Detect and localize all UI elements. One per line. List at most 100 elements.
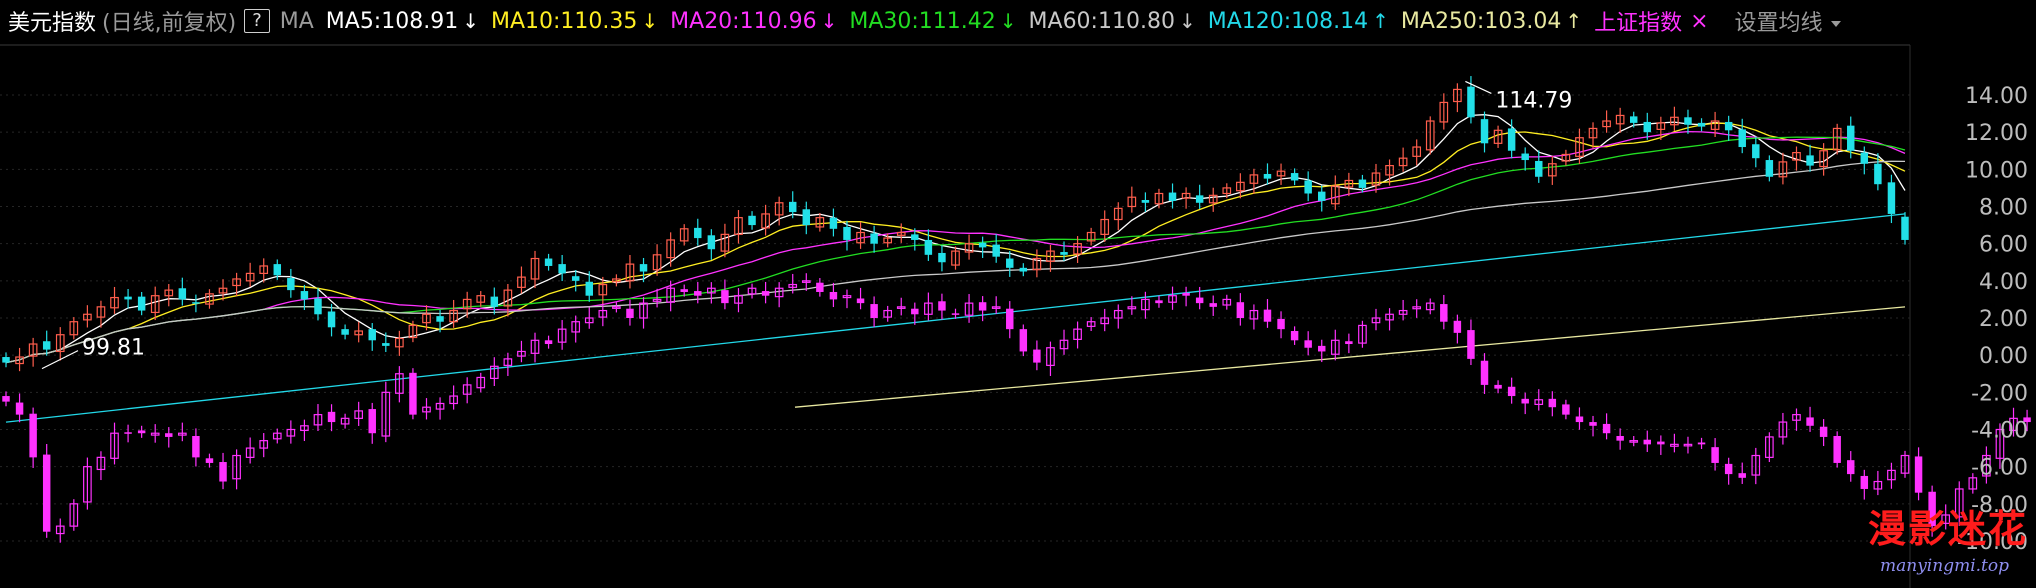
overlay-candle-body bbox=[219, 462, 227, 482]
overlay-candle-body bbox=[42, 454, 51, 532]
overlay-candle-body bbox=[816, 282, 824, 292]
main-candle-body bbox=[1847, 125, 1855, 151]
overlay-candle-body bbox=[1847, 460, 1855, 475]
main-candle-body bbox=[1521, 153, 1529, 161]
y-tick-label: 6.00 bbox=[1979, 233, 2028, 258]
overlay-candle-body bbox=[1697, 442, 1706, 445]
y-tick-label: 4.00 bbox=[1979, 270, 2028, 295]
overlay-candle-body bbox=[544, 340, 553, 345]
main-candle-body bbox=[382, 343, 390, 346]
main-candle-body bbox=[694, 227, 702, 239]
overlay-candle-body bbox=[1833, 436, 1841, 463]
main-candle-body bbox=[1806, 155, 1814, 166]
overlay-candle-body bbox=[1155, 300, 1163, 304]
overlay-candle-body bbox=[205, 458, 214, 463]
main-candle-body bbox=[1304, 180, 1312, 194]
overlay-candle-body bbox=[1480, 360, 1489, 385]
main-candle-body bbox=[1724, 121, 1733, 131]
main-candle-body bbox=[1860, 152, 1869, 164]
main-candle-body bbox=[1358, 179, 1367, 188]
overlay-candle-body bbox=[1453, 320, 1462, 333]
overlay-candle-body bbox=[1562, 404, 1570, 415]
main-candle-body bbox=[1168, 192, 1177, 201]
main-candle-body bbox=[137, 296, 146, 311]
main-candle-body bbox=[639, 264, 648, 272]
main-candle-body bbox=[843, 226, 851, 240]
overlay-candle-body bbox=[1290, 331, 1299, 341]
main-candle-body bbox=[1887, 182, 1896, 214]
main-candle-body bbox=[1467, 86, 1475, 118]
main-candle-body bbox=[585, 281, 593, 296]
overlay-candle-body bbox=[1819, 426, 1828, 437]
overlay-candle-body bbox=[761, 291, 770, 296]
main-candle-body bbox=[992, 244, 1000, 257]
overlay-candle-body bbox=[1263, 309, 1272, 322]
overlay-candle-body bbox=[29, 413, 37, 458]
overlay-candle-body bbox=[951, 313, 960, 315]
main-candle-body bbox=[924, 239, 933, 255]
main-candle-body bbox=[490, 296, 499, 307]
y-tick-label: 14.00 bbox=[1965, 84, 2028, 109]
overlay-candle-body bbox=[1209, 303, 1217, 307]
overlay-candle-body bbox=[327, 411, 336, 423]
overlay-candle-body bbox=[1738, 473, 1746, 478]
overlay-candle-body bbox=[626, 308, 634, 318]
main-candle-body bbox=[978, 242, 987, 248]
overlay-candle-body bbox=[1507, 386, 1516, 397]
main-candle-body bbox=[748, 215, 756, 226]
main-candle-body bbox=[1901, 216, 1909, 240]
main-candle-body bbox=[273, 264, 282, 276]
main-candle-body bbox=[1480, 119, 1489, 144]
main-candle-body bbox=[558, 264, 566, 274]
overlay-candle-body bbox=[721, 290, 729, 304]
main-candle-body bbox=[287, 278, 295, 291]
overlay-candle-body bbox=[1711, 447, 1719, 463]
watermark-url: manyingmi.top bbox=[1880, 556, 2009, 576]
y-tick-label: -6.00 bbox=[1971, 456, 2028, 481]
main-candle-body bbox=[1195, 195, 1204, 203]
main-candle-body bbox=[788, 201, 797, 213]
main-candle-body bbox=[1263, 173, 1272, 179]
main-candle-body bbox=[42, 341, 51, 350]
y-tick-label: 2.00 bbox=[1979, 307, 2028, 332]
overlay-candle-body bbox=[1182, 292, 1190, 296]
main-candle-body bbox=[124, 296, 132, 300]
overlay-candle-body bbox=[2, 396, 10, 402]
main-candle-body bbox=[544, 258, 553, 266]
overlay-candle-body bbox=[829, 291, 838, 300]
main-candle-body bbox=[1874, 163, 1882, 185]
main-candle-body bbox=[938, 252, 946, 263]
overlay-candle-body bbox=[165, 433, 173, 437]
main-candle-body bbox=[1006, 258, 1014, 268]
overlay-candle-body bbox=[856, 298, 865, 304]
overlay-candle-body bbox=[1006, 308, 1014, 330]
main-candle-body bbox=[1629, 116, 1638, 123]
overlay-candle-body bbox=[192, 436, 200, 458]
overlay-candle-body bbox=[1467, 330, 1475, 359]
overlay-candle-body bbox=[680, 289, 688, 292]
main-candle-body bbox=[1697, 122, 1706, 127]
shangzheng-candles bbox=[2, 273, 2031, 543]
main-candle-body bbox=[707, 235, 716, 250]
overlay-candle-body bbox=[1277, 318, 1285, 330]
main-candle-body bbox=[1752, 144, 1760, 159]
overlay-candle-body bbox=[137, 430, 146, 434]
overlay-candle-body bbox=[1521, 398, 1529, 404]
overlay-candle-body bbox=[1575, 416, 1584, 423]
main-candle-body bbox=[192, 302, 200, 304]
main-candle-body bbox=[300, 291, 309, 300]
main-candle-body bbox=[1643, 121, 1652, 133]
overlay-candle-body bbox=[1195, 297, 1204, 304]
y-tick-label: 10.00 bbox=[1965, 158, 2028, 183]
main-candle-body bbox=[178, 288, 187, 300]
overlay-candle-body bbox=[870, 304, 878, 318]
main-candle-body bbox=[1535, 160, 1543, 177]
overlay-candle-body bbox=[1657, 441, 1665, 445]
overlay-candle-body bbox=[938, 301, 946, 311]
main-candle-body bbox=[1318, 191, 1326, 201]
overlay-candle-body bbox=[1616, 436, 1624, 441]
overlay-candle-body bbox=[1643, 439, 1652, 445]
overlay-candle-body bbox=[409, 372, 417, 415]
ma5-line bbox=[5, 114, 1906, 364]
overlay-candle-body bbox=[911, 308, 919, 315]
